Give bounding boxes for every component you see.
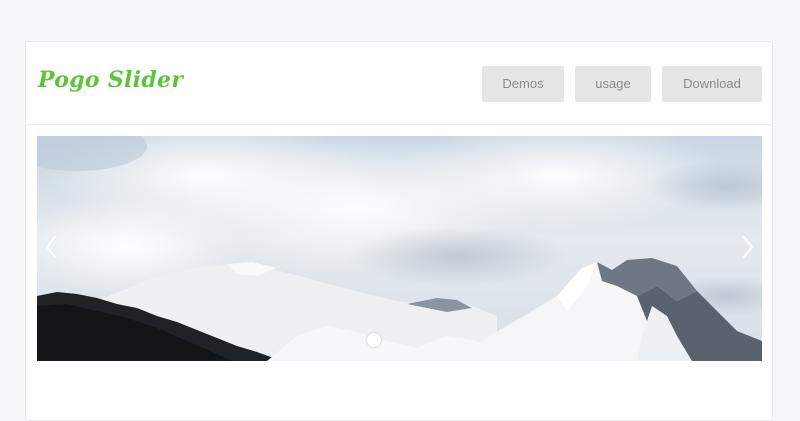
slide-pagination-dot[interactable]: [367, 333, 381, 347]
demos-button[interactable]: Demos: [482, 66, 564, 102]
header: Pogo Slider Demos usage Download: [26, 42, 772, 125]
chevron-right-icon: [743, 236, 753, 258]
prev-slide-button[interactable]: [41, 232, 61, 262]
usage-button[interactable]: usage: [575, 66, 651, 102]
next-slide-button[interactable]: [738, 232, 758, 262]
logo[interactable]: Pogo Slider: [38, 67, 183, 93]
main-card: Pogo Slider Demos usage Download: [25, 41, 773, 421]
download-button[interactable]: Download: [662, 66, 762, 102]
image-slider: [37, 136, 762, 361]
slide-image: [37, 136, 762, 361]
chevron-left-icon: [46, 236, 56, 258]
